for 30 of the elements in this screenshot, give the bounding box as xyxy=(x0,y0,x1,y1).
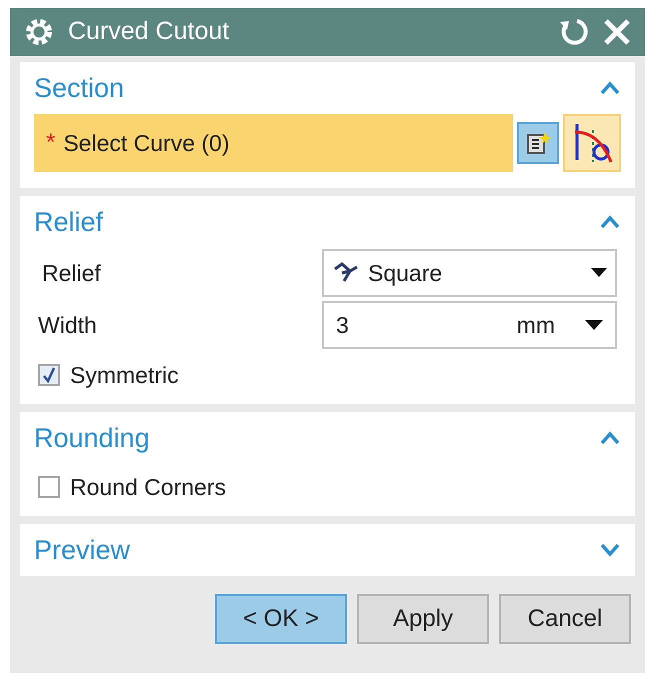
close-icon[interactable] xyxy=(603,18,631,46)
checkbox[interactable] xyxy=(38,476,60,498)
reset-icon[interactable] xyxy=(557,17,589,47)
gear-icon xyxy=(24,17,54,47)
dialog-button[interactable]: < OK > xyxy=(215,594,347,644)
field-label: Width xyxy=(38,310,98,340)
collapse-icon[interactable] xyxy=(599,215,621,229)
group-title[interactable]: Relief xyxy=(34,202,104,242)
checkbox-label: Round Corners xyxy=(70,472,226,502)
collapse-icon[interactable] xyxy=(599,81,621,95)
field-label: Relief xyxy=(41,258,102,288)
relief-dropdown[interactable]: Square xyxy=(322,249,617,297)
width-field[interactable]: 3 mm xyxy=(322,301,617,349)
window-title: Curved Cutout xyxy=(68,16,230,48)
required-mark: * xyxy=(46,128,56,158)
dialog-button[interactable]: Apply xyxy=(357,594,489,644)
collapse-icon[interactable] xyxy=(599,431,621,445)
expand-icon[interactable] xyxy=(599,543,621,557)
dropdown-arrow-icon xyxy=(585,320,603,330)
dialog-selector-button[interactable] xyxy=(517,122,559,164)
checkbox[interactable] xyxy=(38,364,60,386)
selection-field[interactable]: * Select Curve (0) xyxy=(34,114,513,172)
checkbox-label: Symmetric xyxy=(70,360,179,390)
group-title[interactable]: Rounding xyxy=(34,418,150,458)
dialog-button[interactable]: Cancel xyxy=(499,594,631,644)
group-title[interactable]: Section xyxy=(34,68,124,108)
dropdown-arrow-icon xyxy=(591,268,607,278)
group-title[interactable]: Preview xyxy=(34,530,130,570)
curve-rule-button[interactable] xyxy=(563,114,621,172)
grid-star-icon xyxy=(525,130,551,156)
